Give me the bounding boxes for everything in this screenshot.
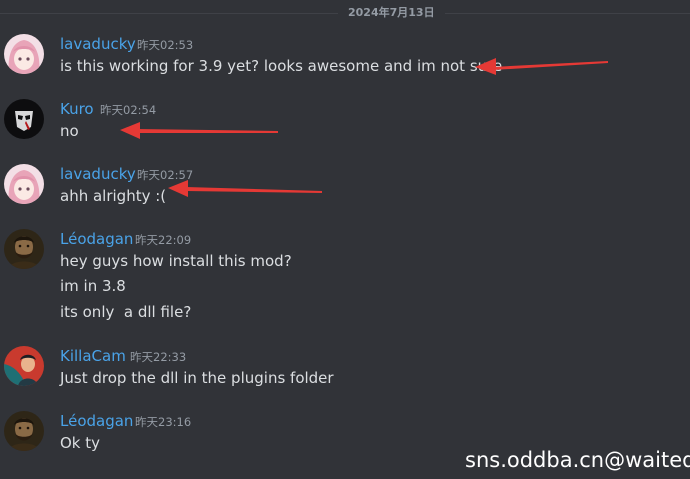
timestamp: 昨天02:54 bbox=[100, 103, 157, 117]
timestamp: 昨天02:53 bbox=[137, 38, 194, 52]
message-text: Just drop the dll in the plugins folder bbox=[60, 369, 334, 387]
message-text: Ok ty bbox=[60, 434, 101, 452]
avatar-portrait-icon bbox=[4, 229, 44, 269]
message-text: its only a dll file? bbox=[60, 303, 192, 321]
message-text: no bbox=[60, 122, 79, 140]
avatar-lavaducky[interactable] bbox=[4, 164, 44, 204]
avatar-red-teal-icon bbox=[4, 346, 44, 386]
message-text: is this working for 3.9 yet? looks aweso… bbox=[60, 57, 503, 75]
username[interactable]: KillaCam bbox=[60, 346, 126, 366]
message-text: im in 3.8 bbox=[60, 277, 126, 295]
timestamp: 昨天22:09 bbox=[135, 233, 192, 247]
watermark: sns.oddba.cn@waited bbox=[465, 448, 690, 472]
avatar-kuro[interactable] bbox=[4, 99, 44, 139]
username[interactable]: Kuro bbox=[60, 99, 94, 119]
timestamp: 昨天02:57 bbox=[137, 168, 194, 182]
avatar-lavaducky[interactable] bbox=[4, 34, 44, 74]
timestamp: 昨天22:33 bbox=[130, 350, 187, 364]
avatar-leodagan[interactable] bbox=[4, 229, 44, 269]
avatar-dark-mask-icon bbox=[4, 99, 44, 139]
message-text: hey guys how install this mod? bbox=[60, 252, 292, 270]
avatar-portrait-icon bbox=[4, 411, 44, 451]
username[interactable]: Léodagan bbox=[60, 411, 133, 431]
avatar-leodagan[interactable] bbox=[4, 411, 44, 451]
message-text: ahh alrighty :( bbox=[60, 187, 167, 205]
avatar-killacam[interactable] bbox=[4, 346, 44, 386]
avatar-pink-hair-icon bbox=[4, 34, 44, 74]
username[interactable]: Léodagan bbox=[60, 229, 133, 249]
date-divider-label: 2024年7月13日 bbox=[338, 5, 445, 21]
username[interactable]: lavaducky bbox=[60, 34, 136, 54]
red-arrow-icon bbox=[120, 122, 278, 139]
username[interactable]: lavaducky bbox=[60, 164, 136, 184]
timestamp: 昨天23:16 bbox=[135, 415, 192, 429]
avatar-pink-hair-icon bbox=[4, 164, 44, 204]
